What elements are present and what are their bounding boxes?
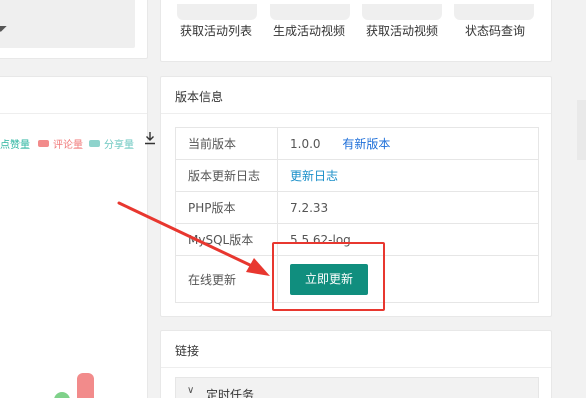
update-log-cell: 更新日志 <box>277 159 539 192</box>
scheduled-task-item[interactable]: ∨ 定时任务 <box>175 377 539 398</box>
update-log-label: 版本更新日志 <box>175 159 278 192</box>
left-top-placeholder <box>0 0 135 48</box>
legend-share-label: 分享量 <box>104 140 134 151</box>
download-icon[interactable] <box>144 131 156 145</box>
legend-comment-swatch <box>38 140 49 147</box>
legend-like-label: 点赞量 <box>0 140 30 151</box>
feature-generate-video-icon[interactable] <box>270 4 350 20</box>
left-top-panel: ◢ <box>0 0 148 59</box>
chevron-down-icon: ∨ <box>187 385 195 396</box>
links-divider <box>161 367 551 368</box>
online-update-label: 在线更新 <box>175 255 278 303</box>
php-version-label: PHP版本 <box>175 191 278 224</box>
feature-label-get-video[interactable]: 获取活动视频 <box>366 22 438 39</box>
feature-activity-list-icon[interactable] <box>177 4 257 20</box>
current-version-value: 1.0.0 <box>290 137 321 151</box>
legend-comment[interactable]: 评论量 <box>38 136 83 151</box>
table-row: 当前版本 1.0.0 有新版本 <box>175 127 539 160</box>
table-row: 版本更新日志 更新日志 <box>175 159 539 192</box>
legend-share[interactable]: 分享量 <box>89 136 134 151</box>
feature-label-status-code[interactable]: 状态码查询 <box>465 22 525 39</box>
scrollbar[interactable] <box>577 100 586 160</box>
legend-comment-label: 评论量 <box>53 140 83 151</box>
new-version-link[interactable]: 有新版本 <box>342 137 390 151</box>
update-log-link[interactable]: 更新日志 <box>290 169 338 183</box>
php-version-value: 7.2.33 <box>277 191 539 224</box>
version-info-title: 版本信息 <box>175 90 224 104</box>
feature-label-generate-video[interactable]: 生成活动视频 <box>273 22 345 39</box>
current-version-label: 当前版本 <box>175 127 278 160</box>
legend-like[interactable]: 点赞量 <box>0 136 30 151</box>
version-info-divider <box>161 113 551 114</box>
mysql-version-label: MySQL版本 <box>175 223 278 256</box>
table-row: PHP版本 7.2.33 <box>175 191 539 224</box>
feature-label-activity-list[interactable]: 获取活动列表 <box>180 22 252 39</box>
annotation-highlight-box <box>272 242 385 311</box>
chart-panel <box>0 76 148 398</box>
chart-header-divider <box>0 113 147 114</box>
links-panel: 链接 ∨ 定时任务 <box>160 330 552 398</box>
feature-get-video-icon[interactable] <box>362 4 442 20</box>
feature-status-code-icon[interactable] <box>454 4 534 20</box>
scheduled-task-label: 定时任务 <box>206 388 255 398</box>
current-version-cell: 1.0.0 有新版本 <box>277 127 539 160</box>
links-title: 链接 <box>175 344 200 358</box>
chart-bar-comment <box>77 373 94 398</box>
legend-share-swatch <box>89 140 100 147</box>
